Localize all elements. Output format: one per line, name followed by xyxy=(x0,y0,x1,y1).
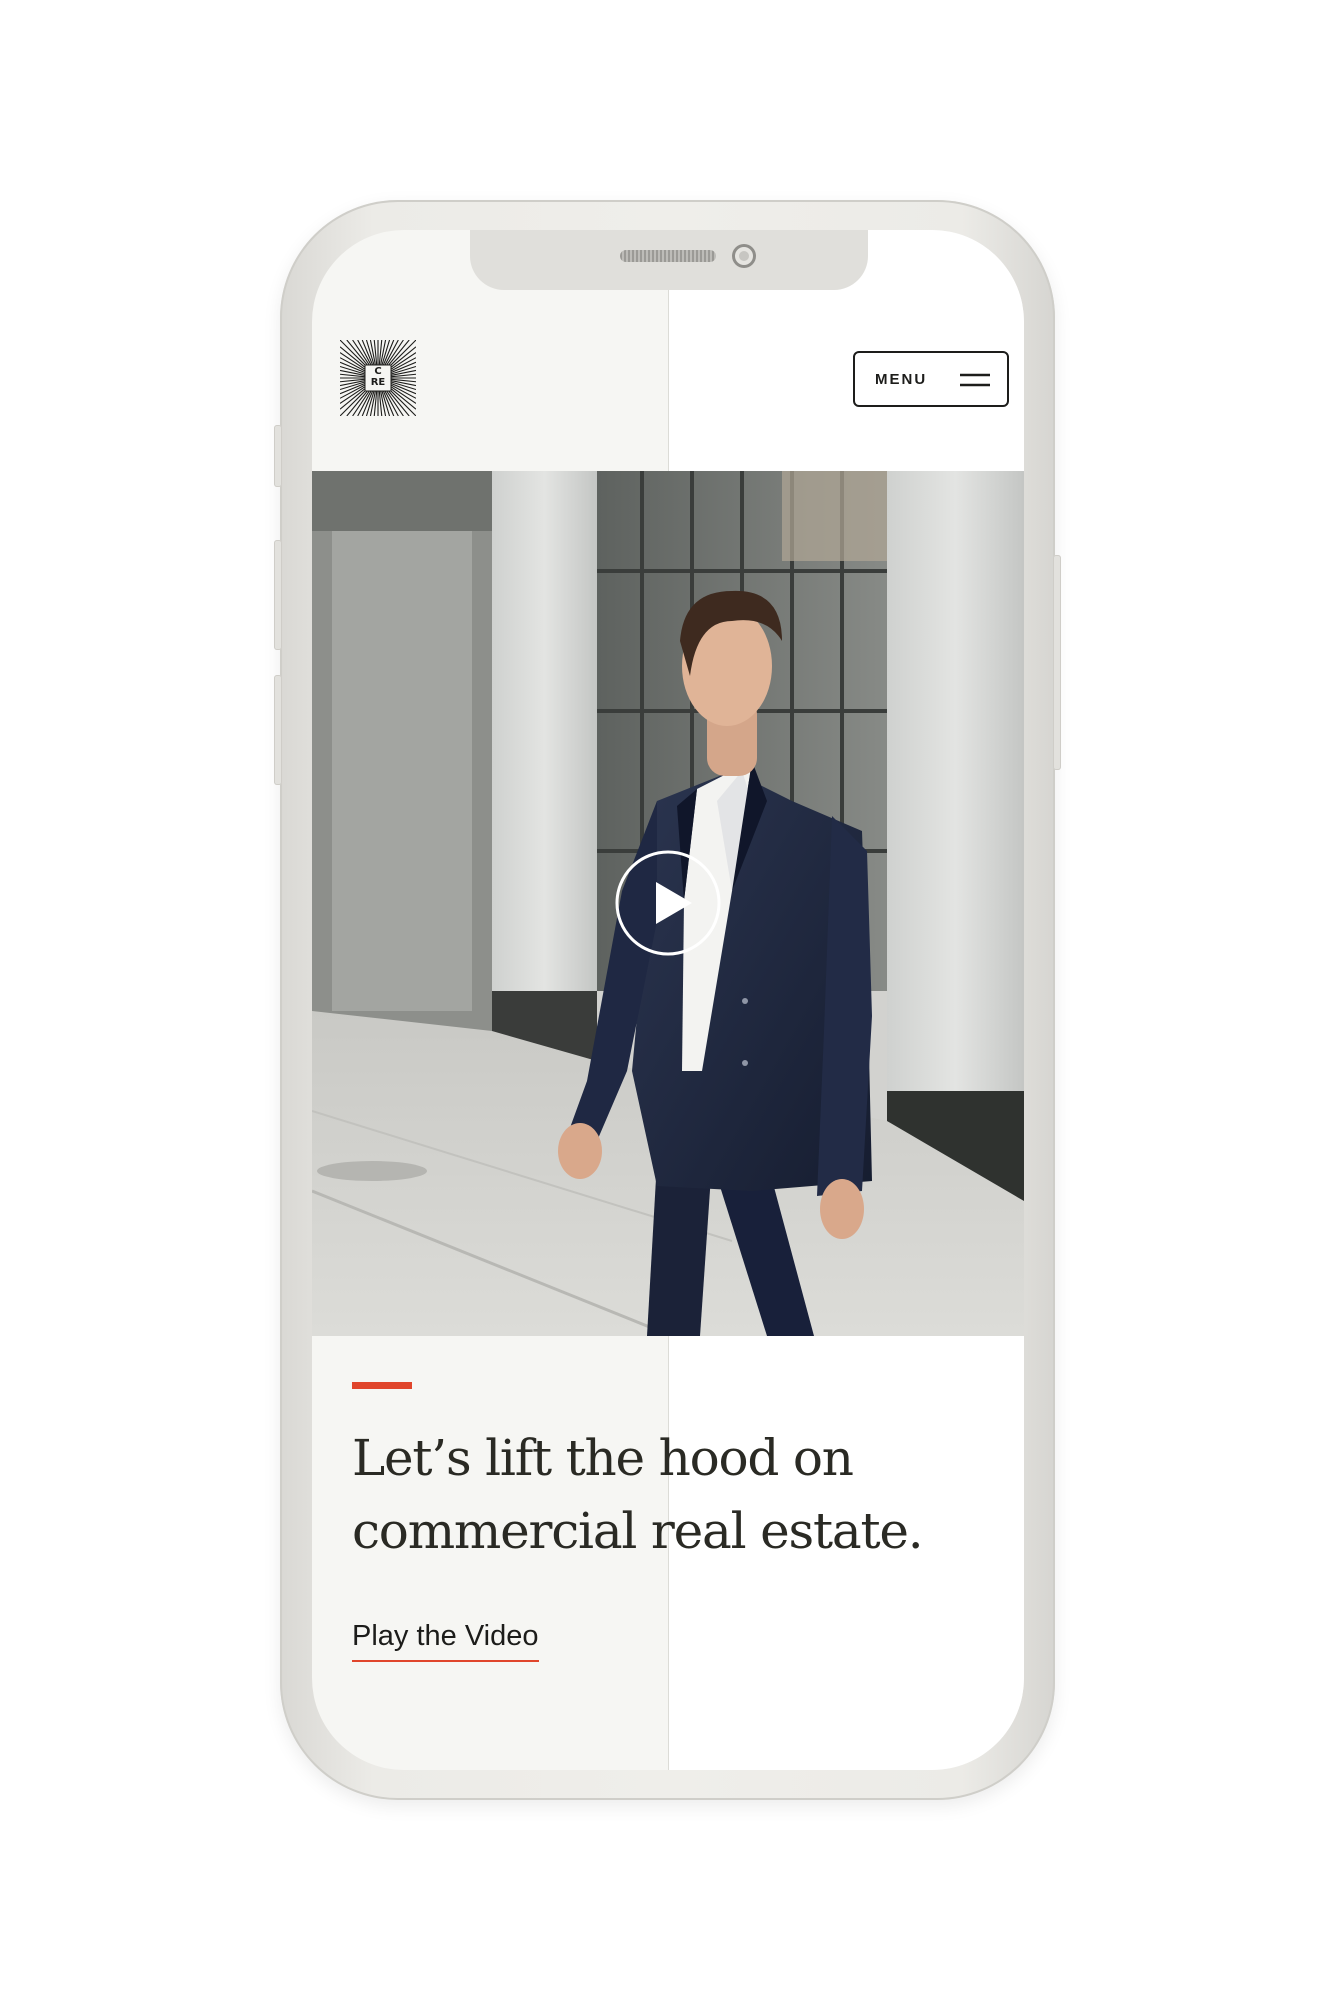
mockup-stage: C RE MENU Let’s lift the hood on commerc… xyxy=(0,0,1333,2000)
phone-notch xyxy=(470,230,868,290)
phone-side-button xyxy=(274,425,282,487)
speaker-grille xyxy=(620,250,716,262)
accent-bar xyxy=(352,1382,412,1389)
hero-headline: Let’s lift the hood on commercial real e… xyxy=(352,1429,924,1560)
hamburger-icon xyxy=(960,373,990,387)
phone-volume-up-button xyxy=(274,540,282,650)
logo-text: C RE xyxy=(370,366,386,388)
front-camera xyxy=(732,244,756,268)
play-video-link[interactable]: Play the Video xyxy=(352,1620,539,1662)
hero-video-thumbnail[interactable] xyxy=(312,471,1024,1336)
phone-screen: C RE MENU Let’s lift the hood on commerc… xyxy=(312,230,1024,1770)
play-icon xyxy=(615,850,721,956)
play-video-button[interactable] xyxy=(614,849,722,957)
menu-button[interactable]: MENU xyxy=(853,351,1009,407)
phone-volume-down-button xyxy=(274,675,282,785)
site-logo[interactable]: C RE xyxy=(339,339,417,417)
menu-label: MENU xyxy=(875,371,928,388)
phone-power-button xyxy=(1053,555,1061,770)
